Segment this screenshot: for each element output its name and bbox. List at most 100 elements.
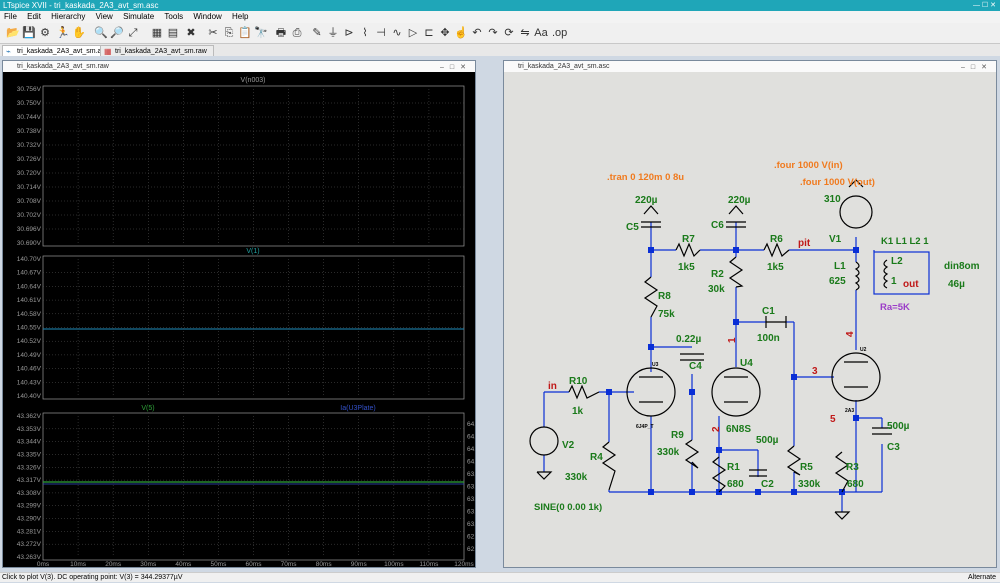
mirror-icon[interactable]: ⇋ bbox=[518, 26, 532, 40]
diode-icon[interactable]: ▷ bbox=[406, 26, 420, 40]
rotate-icon[interactable]: ⟳ bbox=[502, 26, 516, 40]
source-sine[interactable]: SINE(0 0.00 1k) bbox=[534, 502, 602, 513]
x-tick-label: 110ms bbox=[419, 561, 439, 567]
y-tick-label: 43.299V bbox=[17, 503, 42, 510]
y-tick-label: 43.317V bbox=[17, 477, 42, 484]
svg-text:330k: 330k bbox=[657, 447, 680, 458]
undo-icon[interactable]: ↶ bbox=[470, 26, 484, 40]
paste-icon[interactable]: 📋 bbox=[238, 26, 252, 40]
menu-edit[interactable]: Edit bbox=[27, 12, 41, 21]
svg-text:680: 680 bbox=[727, 479, 744, 490]
resistor-icon[interactable]: ⌇ bbox=[358, 26, 372, 40]
redo-icon[interactable]: ↷ bbox=[486, 26, 500, 40]
tile-icon[interactable]: ▦ bbox=[150, 26, 164, 40]
svg-text:in: in bbox=[548, 381, 557, 392]
y-tick-label: 30.750V bbox=[17, 100, 42, 107]
y2-tick-label: 63.0mA bbox=[467, 521, 475, 528]
svg-text:625: 625 bbox=[829, 276, 846, 287]
svg-text:220µ: 220µ bbox=[728, 195, 751, 206]
print-preview-icon[interactable]: ⎙ bbox=[290, 26, 304, 40]
window-buttons[interactable]: –□✕ bbox=[440, 62, 472, 73]
x-tick-label: 70ms bbox=[281, 561, 298, 567]
component-icon[interactable]: ⊏ bbox=[422, 26, 436, 40]
print-icon[interactable]: 🖶 bbox=[274, 26, 288, 40]
spice-directive-icon[interactable]: .op bbox=[552, 26, 567, 40]
pane1-trace-label[interactable]: V(n003) bbox=[241, 77, 266, 84]
directive-four-in[interactable]: .four 1000 V(in) bbox=[774, 160, 843, 171]
y-tick-label: 43.290V bbox=[17, 516, 42, 523]
open-icon[interactable]: 📂 bbox=[6, 26, 20, 40]
halt-icon[interactable]: ✋ bbox=[72, 26, 86, 40]
x-tick-label: 30ms bbox=[140, 561, 157, 567]
zoom-in-icon[interactable]: 🔍 bbox=[94, 26, 108, 40]
menu-simulate[interactable]: Simulate bbox=[123, 12, 154, 21]
schematic-icon: ⌁ bbox=[6, 47, 11, 56]
y-tick-label: 30.744V bbox=[17, 114, 42, 121]
svg-text:L2: L2 bbox=[891, 256, 903, 267]
window-controls[interactable]: — ☐ ✕ bbox=[973, 0, 996, 11]
label-net-icon[interactable]: ⊳ bbox=[342, 26, 356, 40]
tab-schematic[interactable]: ⌁ tri_kaskada_2A3_avt_sm.asc bbox=[2, 45, 116, 56]
svg-text:R9: R9 bbox=[671, 430, 684, 441]
window-buttons[interactable]: –□✕ bbox=[961, 62, 993, 73]
svg-text:75k: 75k bbox=[658, 309, 675, 320]
svg-text:1k5: 1k5 bbox=[767, 262, 784, 273]
y-tick-label: 30.702V bbox=[17, 212, 42, 219]
draw-wire-icon[interactable]: ✎ bbox=[310, 26, 324, 40]
svg-text:V1: V1 bbox=[829, 234, 842, 245]
inductor-icon[interactable]: ∿ bbox=[390, 26, 404, 40]
waveform-plot[interactable]: V(n003) 30.756V 30.750V 30.744V 30.738V 30.7… bbox=[3, 72, 475, 567]
y2-tick-label: 63.4mA bbox=[467, 496, 475, 503]
directive-coupling[interactable]: K1 L1 L2 1 bbox=[881, 236, 929, 247]
tab-waveform[interactable]: ▦ tri_kaskada_2A3_avt_sm.raw bbox=[100, 45, 214, 56]
zoom-out-icon[interactable]: 🔎 bbox=[110, 26, 124, 40]
pane3-trace-label-right[interactable]: Ia(U3Plate) bbox=[340, 405, 375, 412]
svg-text:0.22µ: 0.22µ bbox=[676, 334, 701, 345]
cascade-icon[interactable]: ▤ bbox=[166, 26, 180, 40]
text-icon[interactable]: Aa bbox=[534, 26, 548, 40]
x-tick-label: 60ms bbox=[246, 561, 263, 567]
y-tick-label: 140.40V bbox=[17, 393, 42, 400]
y-tick-label: 30.732V bbox=[17, 142, 42, 149]
zoom-fit-icon[interactable]: ⤢ bbox=[126, 26, 140, 40]
save-icon[interactable]: 💾 bbox=[22, 26, 36, 40]
menu-tools[interactable]: Tools bbox=[164, 12, 183, 21]
ground-icon[interactable]: ⏚ bbox=[326, 26, 340, 40]
close-window-icon[interactable]: ✖ bbox=[184, 26, 198, 40]
y-tick-label: 43.326V bbox=[17, 464, 42, 471]
schematic-canvas[interactable]: .tran 0 120m 0 8u .four 1000 V(in) .four… bbox=[504, 72, 996, 567]
menu-file[interactable]: File bbox=[4, 12, 17, 21]
copy-icon[interactable]: ⎘ bbox=[222, 26, 236, 40]
svg-text:C1: C1 bbox=[762, 306, 775, 317]
pane3-trace-label-left[interactable]: V(5) bbox=[141, 405, 154, 412]
menu-hierarchy[interactable]: Hierarchy bbox=[51, 12, 85, 21]
find-icon[interactable]: 🔭 bbox=[254, 26, 268, 40]
menu-window[interactable]: Window bbox=[193, 12, 221, 21]
svg-text:U2: U2 bbox=[860, 347, 867, 353]
svg-text:2: 2 bbox=[711, 426, 722, 432]
y-tick-label: 140.61V bbox=[17, 297, 42, 304]
directive-ra[interactable]: Ra=5K bbox=[880, 302, 910, 313]
cut-icon[interactable]: ✂ bbox=[206, 26, 220, 40]
svg-text:V2: V2 bbox=[562, 440, 575, 451]
capacitor-icon[interactable]: ⊣ bbox=[374, 26, 388, 40]
move-icon[interactable]: ✥ bbox=[438, 26, 452, 40]
svg-text:R5: R5 bbox=[800, 462, 813, 473]
svg-text:din8om: din8om bbox=[944, 261, 980, 272]
directive-tran[interactable]: .tran 0 120m 0 8u bbox=[607, 172, 684, 183]
pane2-trace-label[interactable]: V(1) bbox=[246, 248, 259, 255]
run-icon[interactable]: 🏃 bbox=[56, 26, 70, 40]
svg-text:1k5: 1k5 bbox=[678, 262, 695, 273]
svg-text:R4: R4 bbox=[590, 452, 603, 463]
svg-text:R3: R3 bbox=[846, 462, 859, 473]
svg-text:3: 3 bbox=[812, 366, 818, 377]
y-tick-label: 43.308V bbox=[17, 490, 42, 497]
y-tick-label: 30.726V bbox=[17, 156, 42, 163]
directive-four-out[interactable]: .four 1000 V(out) bbox=[800, 177, 875, 188]
control-panel-icon[interactable]: ⚙ bbox=[38, 26, 52, 40]
drag-icon[interactable]: ☝ bbox=[454, 26, 468, 40]
menu-help[interactable]: Help bbox=[232, 12, 248, 21]
y-tick-label: 140.70V bbox=[17, 256, 42, 263]
y-tick-label: 30.714V bbox=[17, 184, 42, 191]
menu-view[interactable]: View bbox=[96, 12, 113, 21]
